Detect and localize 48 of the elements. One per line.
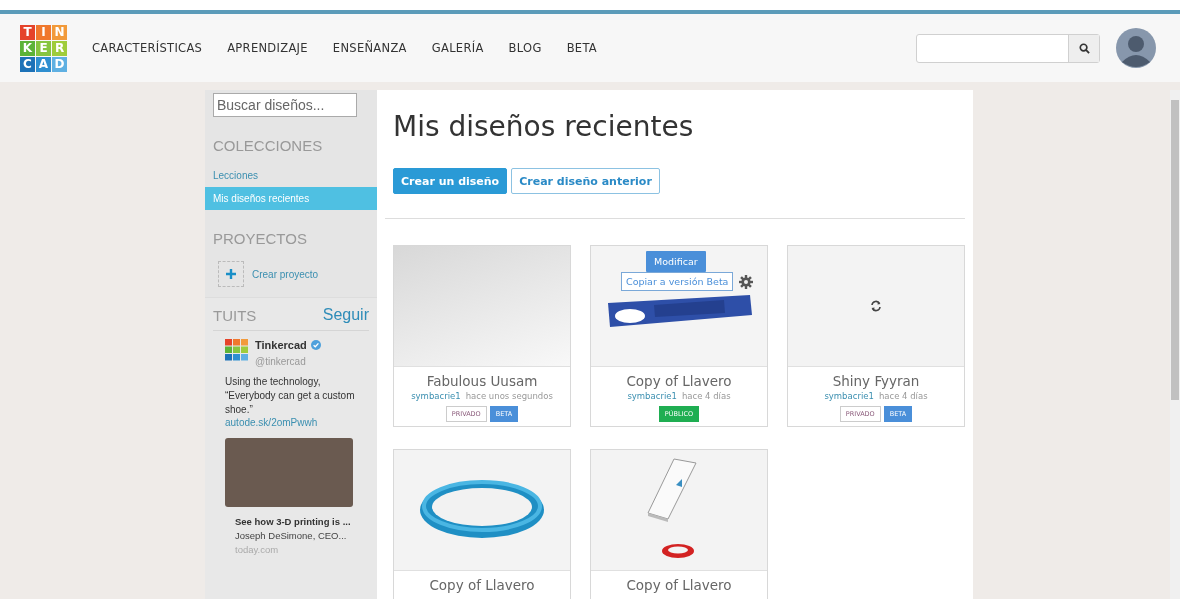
verified-icon xyxy=(310,340,321,350)
collection-item[interactable]: Lecciones xyxy=(205,164,377,187)
create-design-button[interactable]: Crear un diseño xyxy=(393,168,508,194)
time-label: hace unos segundos xyxy=(465,391,553,401)
create-project-link[interactable]: Crear proyecto xyxy=(252,268,319,280)
modify-button[interactable]: Modificar xyxy=(646,251,706,272)
nav-link[interactable]: APRENDIZAJE xyxy=(227,41,308,55)
nav-link[interactable]: GALERÍA xyxy=(431,41,484,55)
nav-link[interactable]: ENSEÑANZA xyxy=(332,41,407,55)
search-field[interactable]: Buscar diseños... xyxy=(213,93,357,117)
tweet-link[interactable]: autode.sk/2omPwwh xyxy=(225,417,369,428)
copy-to-beta-button[interactable]: Copiar a versión Beta xyxy=(621,272,734,291)
section-heading: COLECCIONES xyxy=(213,137,324,154)
search-button[interactable] xyxy=(1068,34,1099,62)
avatar-icon[interactable] xyxy=(1116,28,1156,68)
plus-icon xyxy=(226,269,236,279)
section-heading: TUITS xyxy=(213,306,257,324)
search-icon xyxy=(1078,42,1090,54)
link-card-description: Joseph DeSimone, CEO... xyxy=(235,530,348,541)
logo-icon xyxy=(225,339,249,361)
follow-link[interactable]: Seguir xyxy=(322,306,369,324)
account-name[interactable]: Tinkercad xyxy=(255,339,307,351)
design-name[interactable]: Fabulous Uusam xyxy=(426,373,538,389)
time-label: hace 4 días xyxy=(878,391,928,401)
create-design-button[interactable]: Crear diseño anterior xyxy=(511,168,660,194)
nav-link[interactable]: BETA xyxy=(566,41,597,55)
design-card[interactable]: Copy of Llavero xyxy=(393,449,571,599)
tinkercad-logo[interactable]: T I N K E R C A D xyxy=(20,24,67,72)
settings-icon[interactable] xyxy=(739,274,754,289)
design-name[interactable]: Shiny Fyyran xyxy=(832,373,920,389)
tweet-text: Using the technology, “Everybody can get a custom shoe.” xyxy=(225,375,356,417)
nav-link[interactable]: CARACTERÍSTICAS xyxy=(92,41,203,55)
author-link[interactable]: symbacrie1 xyxy=(627,391,677,401)
time-label: hace 4 días xyxy=(681,391,731,401)
author-link[interactable]: symbacrie1 xyxy=(824,391,874,401)
design-name[interactable]: Copy of Llavero xyxy=(626,373,732,389)
refresh-icon xyxy=(870,300,882,312)
scrollbar[interactable] xyxy=(1170,90,1180,599)
design-card[interactable]: Copy of Llavero xyxy=(590,449,768,599)
section-heading: PROYECTOS xyxy=(213,230,308,247)
author-link[interactable]: symbacrie1 xyxy=(411,391,461,401)
add-project-button[interactable] xyxy=(218,261,244,287)
nav-link[interactable]: BLOG xyxy=(508,41,542,55)
search-field[interactable] xyxy=(916,33,1100,63)
design-name[interactable]: Copy of Llavero xyxy=(626,577,732,593)
page-title: Mis diseños recientes xyxy=(393,110,695,143)
design-name[interactable]: Copy of Llavero xyxy=(429,577,535,593)
link-card-title[interactable]: See how 3-D printing is ... xyxy=(235,516,369,527)
